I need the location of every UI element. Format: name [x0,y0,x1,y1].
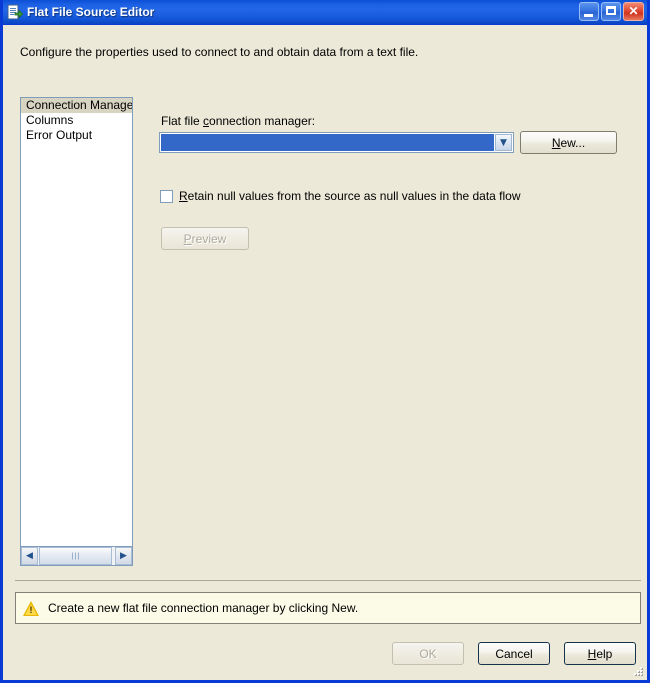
cancel-button[interactable]: Cancel [478,642,550,665]
new-button-label: ew... [560,135,586,150]
flat-file-source-icon [7,4,24,20]
scrollbar-track[interactable] [38,547,115,565]
retain-null-accel: R [179,189,188,203]
dialog-description: Configure the properties used to connect… [20,45,419,59]
connection-manager-value[interactable] [161,134,494,151]
page-item-columns[interactable]: Columns [21,113,132,128]
help-button-label: elp [596,646,613,661]
retain-null-values-label[interactable]: Retain null values from the source as nu… [179,189,521,203]
close-icon: ✕ [628,4,639,18]
preview-button[interactable]: Preview [161,227,249,250]
connection-label-prefix: Flat file [161,114,204,128]
scroll-left-button[interactable]: ◀ [21,547,38,565]
scroll-right-button[interactable]: ▶ [115,547,132,565]
maximize-button[interactable] [601,2,621,21]
page-list-horizontal-scrollbar[interactable]: ◀ ▶ [20,547,133,566]
close-button[interactable]: ✕ [623,2,644,21]
retain-null-values-checkbox[interactable] [160,189,173,203]
chevron-left-icon: ◀ [26,551,33,561]
footer-separator [15,580,641,581]
minimize-button[interactable] [579,2,599,21]
retain-null-values-checkbox-row[interactable]: Retain null values from the source as nu… [160,189,521,203]
new-connection-button[interactable]: New... [520,131,617,154]
chevron-down-icon: ▼ [500,138,507,148]
title-bar[interactable]: Flat File Source Editor ✕ [3,0,647,25]
window-title: Flat File Source Editor [27,4,155,19]
resize-grip[interactable] [632,665,645,678]
warning-exclamation-glyph: ! [29,604,33,615]
ok-button[interactable]: OK [392,642,464,665]
warning-triangle-icon: ! [23,600,39,616]
page-list[interactable]: Connection Manager Columns Error Output [20,97,133,547]
combobox-dropdown-button[interactable]: ▼ [495,134,512,151]
connection-manager-combobox[interactable]: ▼ [159,132,514,153]
window-controls: ✕ [579,2,644,21]
chevron-right-icon: ▶ [120,551,127,561]
help-button-accel: H [587,646,597,661]
page-item-error-output[interactable]: Error Output [21,128,132,143]
scrollbar-grip-icon [71,552,80,560]
warning-message: Create a new flat file connection manage… [48,601,359,615]
ok-button-label: OK [419,646,437,661]
preview-button-label: review [191,231,227,246]
page-item-connection-manager[interactable]: Connection Manager [21,98,132,113]
flat-file-source-editor-dialog: Flat File Source Editor ✕ Configure the … [0,0,650,683]
retain-null-text: etain null values from the source as nul… [187,189,521,203]
scrollbar-thumb[interactable] [39,547,112,565]
cancel-button-label: Cancel [495,646,533,661]
preview-button-accel: P [183,231,192,246]
connection-manager-label: Flat file connection manager: [161,114,315,128]
warning-bar: ! Create a new flat file connection mana… [15,592,641,624]
help-button[interactable]: Help [564,642,636,665]
connection-label-suffix: onnection manager: [209,114,316,128]
new-button-accel: N [551,135,561,150]
